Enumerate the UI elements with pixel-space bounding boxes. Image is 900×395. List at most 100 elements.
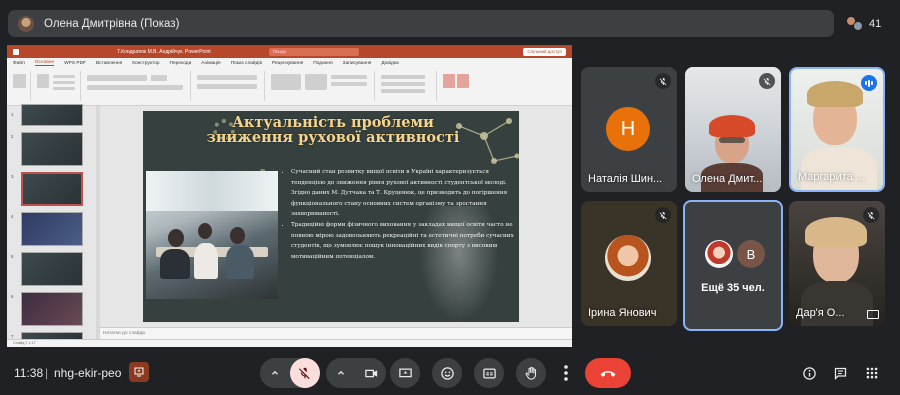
thumb-num: 2 bbox=[11, 134, 14, 139]
slide-thumbnail-selected bbox=[21, 172, 83, 206]
participant-name: Наталія Шин... bbox=[588, 173, 663, 185]
separator: | bbox=[45, 366, 49, 380]
powerpoint-search: Пошук bbox=[268, 47, 359, 56]
mic-off-button[interactable] bbox=[290, 358, 320, 388]
chevron-up-icon[interactable] bbox=[260, 358, 290, 388]
participant-tile[interactable]: Олена Дмит... bbox=[685, 67, 781, 192]
participant-avatar: Н bbox=[606, 107, 650, 151]
activities-button[interactable] bbox=[862, 363, 882, 383]
participant-name: Ірина Янович bbox=[588, 307, 657, 319]
powerpoint-ribbon bbox=[7, 68, 572, 106]
mic-off-icon bbox=[298, 367, 310, 380]
participant-avatar bbox=[605, 235, 651, 281]
pp-tab: Рецензування bbox=[272, 60, 304, 66]
slide-thumbnail bbox=[21, 292, 83, 326]
pin-tile-icon[interactable] bbox=[867, 310, 879, 319]
participant-name: Маргарита ... bbox=[798, 171, 865, 183]
info-button[interactable] bbox=[799, 363, 819, 383]
others-tile[interactable]: В Ещё 35 чел. bbox=[683, 200, 783, 331]
end-call-button[interactable] bbox=[585, 358, 631, 388]
pp-tab: Показ слайдів bbox=[230, 60, 263, 66]
powerpoint-share-button: Спільний доступ bbox=[523, 47, 566, 56]
students-photo bbox=[146, 171, 278, 299]
slide-thumbnail bbox=[21, 252, 83, 286]
thumb-num: 1 bbox=[11, 112, 14, 117]
pp-tab: Довідка bbox=[381, 60, 399, 66]
ribbon-group-font bbox=[83, 71, 191, 101]
other-participant-avatar: В bbox=[737, 240, 765, 268]
others-count-label: Ещё 35 чел. bbox=[701, 282, 765, 294]
emoji-icon bbox=[440, 366, 454, 380]
presenter-bar[interactable]: Олена Дмитрівна (Показ) bbox=[8, 10, 834, 37]
participants-avatars bbox=[846, 15, 864, 32]
participant-tile-speaking[interactable]: Маргарита ... bbox=[789, 67, 885, 192]
participants-count: 41 bbox=[869, 17, 882, 30]
present-screen-button[interactable] bbox=[390, 358, 420, 388]
emoji-button[interactable] bbox=[432, 358, 462, 388]
slide-title: Актуальність проблеми зниження рухової а… bbox=[206, 114, 460, 146]
presenter-avatar bbox=[18, 15, 34, 32]
captions-button[interactable] bbox=[474, 358, 504, 388]
other-participant-avatar bbox=[705, 240, 733, 268]
mic-off-icon bbox=[759, 73, 775, 89]
raise-hand-button[interactable] bbox=[516, 358, 546, 388]
presenting-icon bbox=[129, 362, 149, 382]
end-call-icon bbox=[600, 371, 616, 377]
ribbon-group-slides bbox=[33, 71, 81, 101]
participants-button[interactable]: 41 bbox=[842, 11, 888, 36]
info-icon bbox=[802, 366, 816, 380]
pp-tab: WPS PDF bbox=[64, 60, 86, 66]
ribbon-group-paragraph bbox=[193, 71, 265, 101]
slide-thumbnail bbox=[21, 132, 83, 166]
pp-tab-active: Основне bbox=[34, 60, 55, 66]
ribbon-group-editing bbox=[377, 71, 437, 101]
clock: 11:38 bbox=[14, 366, 44, 380]
pp-tab: Анімація bbox=[201, 60, 221, 66]
raise-hand-icon bbox=[525, 366, 536, 380]
participant-tile[interactable]: Н Наталія Шин... bbox=[581, 67, 677, 192]
captions-icon bbox=[482, 368, 496, 378]
participant-name: Олена Дмит... bbox=[692, 173, 763, 185]
pp-tab: Файл bbox=[13, 60, 25, 66]
powerpoint-tabs: Файл Основне WPS PDF Вставлення Конструк… bbox=[7, 58, 572, 68]
slide-thumbnail bbox=[21, 104, 83, 126]
slide-bullet: Традиційні форми фізичного виховання у з… bbox=[291, 220, 515, 262]
thumb-num: 3 bbox=[11, 174, 14, 179]
mic-off-icon bbox=[655, 207, 671, 223]
mic-control-group bbox=[260, 358, 320, 388]
pp-tab: Подання bbox=[313, 60, 333, 66]
camera-button[interactable] bbox=[356, 358, 386, 388]
chevron-up-icon[interactable] bbox=[326, 358, 356, 388]
mic-off-icon bbox=[655, 73, 671, 89]
thumb-num: 4 bbox=[11, 214, 14, 219]
chat-button[interactable] bbox=[830, 363, 850, 383]
participant-name: Дар'я О... bbox=[796, 307, 845, 319]
slide-bullet: Сучасний стан розвитку вищої освіти в Ук… bbox=[291, 167, 515, 220]
pp-tab: Записування bbox=[342, 60, 372, 66]
slide-thumbnail bbox=[21, 212, 83, 246]
meeting-code[interactable]: nhg-ekir-peo bbox=[54, 366, 121, 380]
powerpoint-logo-icon bbox=[13, 48, 19, 55]
slide-body: Сучасний стан розвитку вищої освіти в Ук… bbox=[283, 167, 515, 262]
ribbon-group-wps bbox=[439, 71, 475, 101]
speaking-indicator-icon bbox=[861, 75, 877, 91]
pp-tab: Вставлення bbox=[95, 60, 123, 66]
participant-tile[interactable]: Дар'я О... bbox=[789, 201, 885, 326]
thumb-num: 6 bbox=[11, 294, 14, 299]
camera-control-group bbox=[326, 358, 386, 388]
participant-tile[interactable]: Ірина Янович bbox=[581, 201, 677, 326]
thumbnails-scrollbar bbox=[96, 106, 100, 347]
powerpoint-workspace: 1 2 3 4 5 6 7 Актуальність проблеми зниж… bbox=[7, 104, 572, 347]
camera-icon bbox=[364, 369, 377, 377]
apps-grid-icon bbox=[866, 367, 878, 379]
chat-icon bbox=[834, 367, 846, 380]
pp-tab: Переходи bbox=[169, 60, 192, 66]
mic-off-icon bbox=[863, 207, 879, 223]
powerpoint-statusbar: Слайд 7 з 17 bbox=[7, 339, 572, 347]
more-options-button[interactable] bbox=[555, 358, 577, 388]
powerpoint-file-title: 7.Кондратюк М.В. Андрійчук. PowerPoint bbox=[117, 48, 211, 55]
shared-screen: 7.Кондратюк М.В. Андрійчук. PowerPoint П… bbox=[7, 45, 572, 347]
more-vert-icon bbox=[564, 365, 568, 381]
slide-notes: Нотатки до слайда bbox=[100, 327, 572, 339]
thumb-num: 5 bbox=[11, 254, 14, 259]
